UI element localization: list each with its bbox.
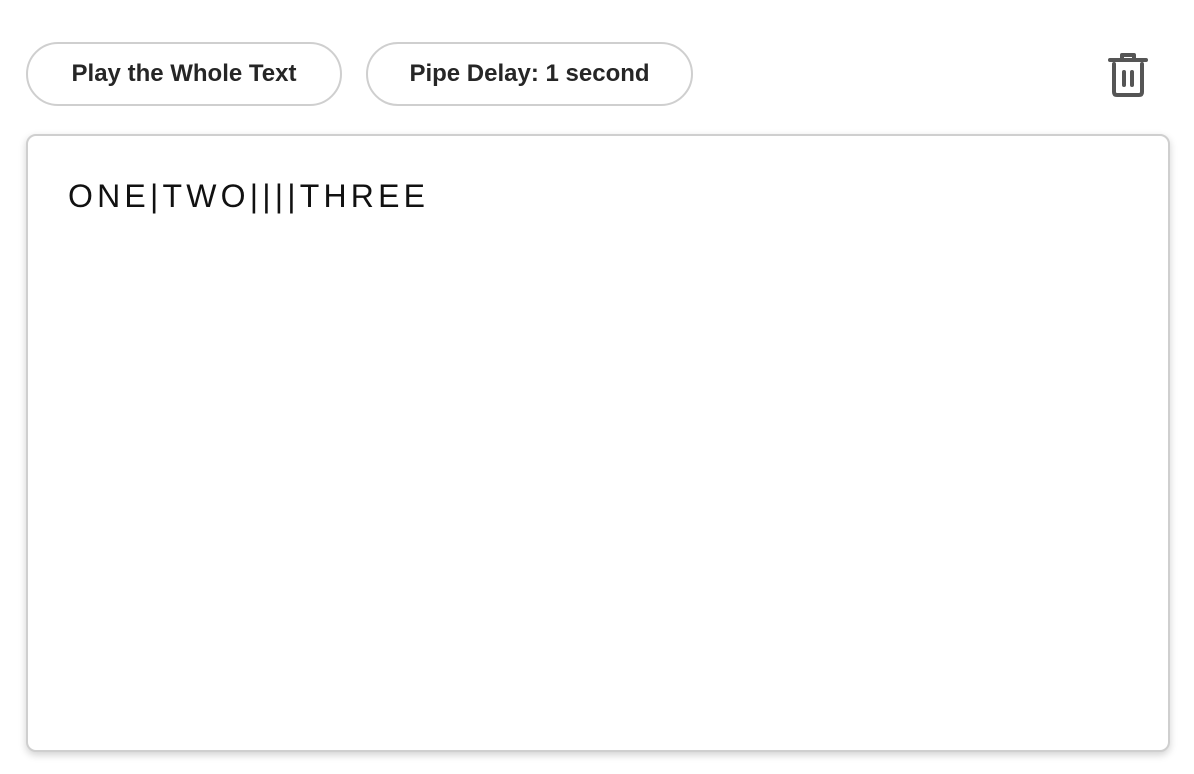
text-editor[interactable]: ONE|TWO||||THREE [26, 134, 1170, 752]
toolbar: Play the Whole Text Pipe Delay: 1 second [26, 42, 1168, 106]
app-root: Play the Whole Text Pipe Delay: 1 second… [0, 0, 1194, 774]
play-whole-text-button[interactable]: Play the Whole Text [26, 42, 342, 106]
trash-icon [1108, 53, 1148, 97]
editor-content: ONE|TWO||||THREE [68, 178, 430, 214]
clear-text-button[interactable] [1102, 48, 1154, 102]
pipe-delay-button[interactable]: Pipe Delay: 1 second [366, 42, 693, 106]
